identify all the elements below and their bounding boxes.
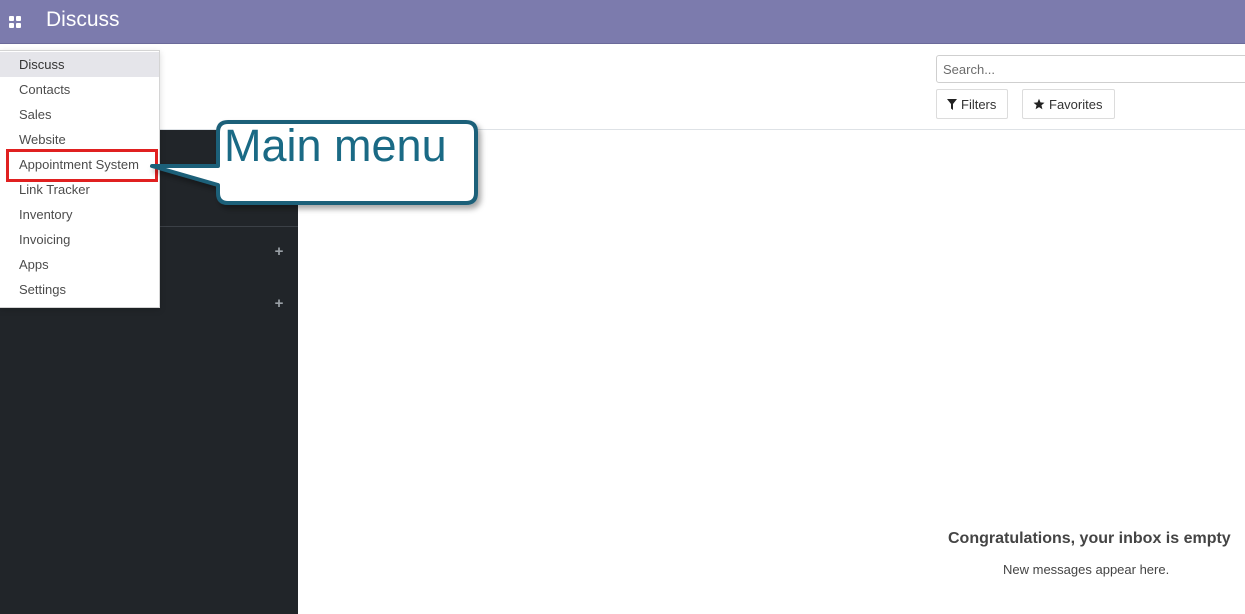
callout-text: Main menu — [224, 120, 447, 171]
filters-label: Filters — [961, 96, 997, 112]
menu-item-discuss[interactable]: Discuss — [0, 52, 159, 77]
menu-item-appointment-system[interactable]: Appointment System — [0, 152, 159, 177]
empty-inbox-title: Congratulations, your inbox is empty — [948, 530, 1231, 547]
filters-button[interactable]: Filters — [936, 89, 1008, 119]
menu-item-website[interactable]: Website — [0, 127, 159, 152]
grid-apps-icon — [9, 15, 21, 28]
menu-item-apps[interactable]: Apps — [0, 252, 159, 277]
menu-item-contacts[interactable]: Contacts — [0, 77, 159, 102]
favorites-button[interactable]: Favorites — [1022, 89, 1115, 119]
favorites-label: Favorites — [1049, 96, 1103, 112]
star-icon — [1033, 98, 1045, 110]
menu-item-link-tracker[interactable]: Link Tracker — [0, 177, 159, 202]
apps-dropdown-menu: Discuss Contacts Sales Website Appointme… — [0, 50, 160, 308]
search-input[interactable] — [936, 55, 1245, 83]
menu-item-sales[interactable]: Sales — [0, 102, 159, 127]
add-channel-plus-icon[interactable]: + — [272, 244, 286, 259]
app-title: Discuss — [46, 8, 120, 31]
filter-icon — [947, 98, 957, 110]
apps-menu-toggle[interactable] — [0, 0, 30, 43]
top-navbar: Discuss — [0, 0, 1245, 44]
menu-item-settings[interactable]: Settings — [0, 277, 159, 302]
empty-inbox-subtitle: New messages appear here. — [1003, 562, 1170, 577]
menu-item-invoicing[interactable]: Invoicing — [0, 227, 159, 252]
add-direct-message-plus-icon[interactable]: + — [272, 296, 286, 311]
menu-item-inventory[interactable]: Inventory — [0, 202, 159, 227]
